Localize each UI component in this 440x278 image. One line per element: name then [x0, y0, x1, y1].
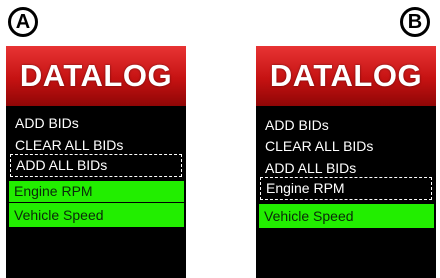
panel-label-a: A — [8, 7, 38, 37]
menu-item-clear-all-bids[interactable]: CLEAR ALL BIDs — [10, 135, 182, 156]
menu-item-add-all-bids[interactable]: ADD ALL BIDs — [260, 158, 432, 179]
menu-item-vehicle-speed[interactable]: Vehicle Speed — [259, 204, 434, 228]
datalog-title: DATALOG — [269, 58, 423, 93]
device-screen-b: DATALOG ADD BIDs CLEAR ALL BIDs ADD ALL … — [256, 46, 436, 278]
menu-item-vehicle-speed[interactable]: Vehicle Speed — [9, 203, 184, 227]
datalog-header: DATALOG — [256, 46, 436, 106]
menu-item-add-all-bids[interactable]: ADD ALL BIDs — [10, 154, 182, 177]
panel-label-b: B — [400, 7, 430, 37]
menu-item-engine-rpm[interactable]: Engine RPM — [260, 177, 432, 200]
menu-item-add-bids[interactable]: ADD BIDs — [10, 113, 182, 134]
datalog-title: DATALOG — [19, 58, 173, 93]
menu-item-add-bids[interactable]: ADD BIDs — [260, 115, 432, 136]
menu-item-engine-rpm[interactable]: Engine RPM — [9, 181, 184, 202]
menu-item-clear-all-bids[interactable]: CLEAR ALL BIDs — [260, 136, 432, 157]
datalog-header: DATALOG — [6, 46, 186, 106]
device-screen-a: DATALOG ADD BIDs CLEAR ALL BIDs ADD ALL … — [6, 46, 186, 278]
